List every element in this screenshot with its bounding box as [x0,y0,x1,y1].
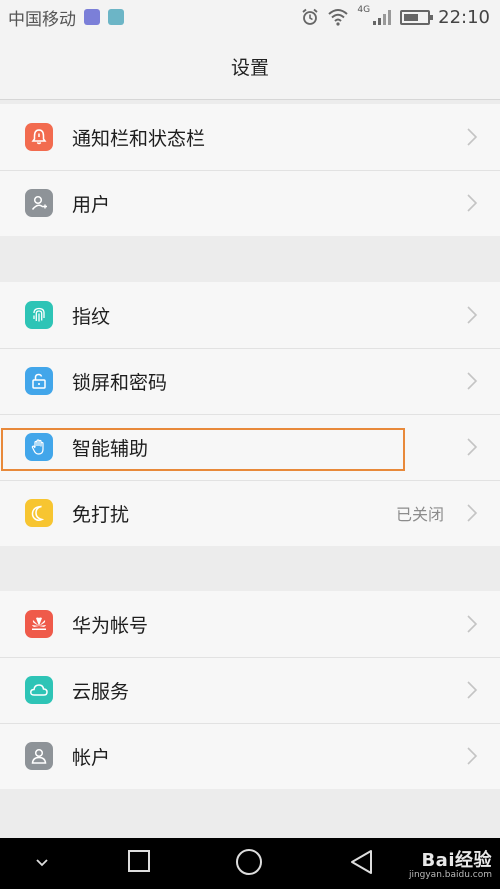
chevron-right-icon [467,128,478,146]
settings-group-accounts: 华为帐号 云服务 帐户 [0,591,500,789]
title-bar: 设置 [0,34,500,100]
settings-item-huawei-id[interactable]: 华为帐号 [0,591,500,657]
watermark-brand: Bai经验 [421,850,492,871]
settings-item-accounts[interactable]: 帐户 [0,723,500,789]
recent-apps-icon[interactable] [127,849,151,873]
settings-item-label: 指纹 [72,305,111,328]
chevron-right-icon [467,372,478,390]
chevron-right-icon [467,438,478,456]
huawei-logo-icon [25,610,53,638]
notification-bell-icon [25,123,53,151]
battery-icon [400,9,434,25]
chevron-right-icon [467,306,478,324]
network-type-label: 4G [357,5,371,15]
settings-item-notifications[interactable]: 通知栏和状态栏 [0,104,500,170]
cloud-icon [25,676,53,704]
wifi-icon [328,9,349,26]
watermark: Bai经验 jingyan.baidu.com [409,846,492,880]
dnd-status-value: 已关闭 [395,505,444,524]
watermark-url: jingyan.baidu.com [408,870,492,880]
alarm-icon [302,8,318,25]
app-notification-icon [84,9,100,25]
status-bar: 中国移动 4G 22:10 [0,0,500,34]
settings-item-label: 用户 [72,193,111,216]
chevron-right-icon [467,615,478,633]
settings-item-label: 通知栏和状态栏 [72,127,206,150]
chevron-right-icon [467,681,478,699]
page-title: 设置 [230,57,269,79]
settings-item-lockscreen[interactable]: 锁屏和密码 [0,348,500,414]
settings-item-label: 免打扰 [72,503,130,526]
clock: 22:10 [438,6,490,28]
settings-item-label: 锁屏和密码 [72,371,168,394]
chevron-right-icon [467,747,478,765]
fingerprint-icon [25,301,53,329]
settings-group-security: 指纹 锁屏和密码 智能辅助 免打扰 已关闭 [0,282,500,546]
chevron-right-icon [467,504,478,522]
settings-item-label: 帐户 [72,746,111,769]
settings-item-label: 智能辅助 [72,437,149,460]
settings-item-cloud[interactable]: 云服务 [0,657,500,723]
settings-group-system: 通知栏和状态栏 用户 [0,104,500,236]
gallery-notification-icon [108,9,124,25]
settings-item-fingerprint[interactable]: 指纹 [0,282,500,348]
settings-item-users[interactable]: 用户 [0,170,500,236]
user-icon [25,189,53,217]
back-icon[interactable] [349,848,375,876]
settings-item-label: 华为帐号 [72,614,149,637]
padlock-icon [25,367,53,395]
account-icon [25,742,53,770]
settings-item-do-not-disturb[interactable]: 免打扰 已关闭 [0,480,500,546]
signal-icon [373,10,392,25]
moon-icon [25,499,53,527]
navigation-bar: Bai经验 jingyan.baidu.com [0,838,500,889]
chevron-right-icon [467,194,478,212]
collapse-chevron-icon[interactable] [34,857,50,869]
hand-icon [25,433,53,461]
home-icon[interactable] [235,848,263,876]
carrier-label: 中国移动 [8,9,76,30]
settings-item-smart-assist[interactable]: 智能辅助 [0,414,500,480]
settings-item-label: 云服务 [72,680,130,703]
